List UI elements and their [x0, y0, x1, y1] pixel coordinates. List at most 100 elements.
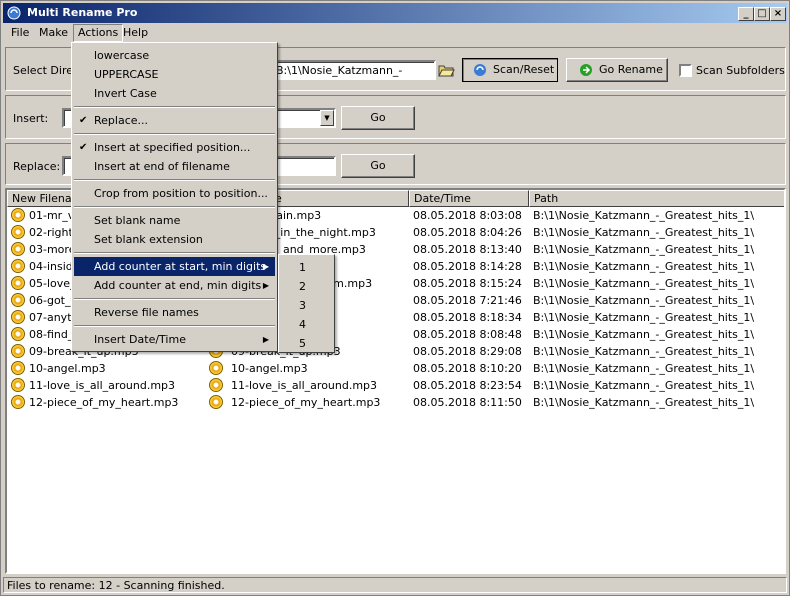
path-cell: B:\1\Nosie_Katzmann_-_Greatest_hits_1\ — [533, 209, 755, 222]
replace-go-button[interactable]: Go — [341, 154, 415, 178]
path-cell: B:\1\Nosie_Katzmann_-_Greatest_hits_1\ — [533, 396, 755, 409]
title-bar[interactable]: Multi Rename Pro _ □ × — [3, 3, 787, 23]
directory-field[interactable]: B:\1\Nosie_Katzmann_-_Greatest_hits_1 — [271, 60, 436, 80]
column-header-path[interactable]: Path — [529, 190, 784, 207]
submenu-item-5[interactable]: 5 — [281, 334, 332, 353]
checkmark-icon: ✔ — [79, 115, 88, 126]
path-cell: B:\1\Nosie_Katzmann_-_Greatest_hits_1\ — [533, 379, 755, 392]
menu-actions[interactable]: Actions — [73, 24, 124, 42]
menu-help[interactable]: Help — [119, 26, 152, 39]
refresh-icon — [474, 64, 486, 76]
menu-item-reverse[interactable]: Reverse file names — [74, 303, 275, 322]
audio-file-icon — [209, 378, 223, 392]
menu-item-insert-end[interactable]: Insert at end of filename — [74, 157, 275, 176]
audio-file-icon — [11, 225, 25, 239]
old-filename-cell: 11-love_is_all_around.mp3 — [231, 379, 378, 392]
path-cell: B:\1\Nosie_Katzmann_-_Greatest_hits_1\ — [533, 311, 755, 324]
datetime-cell: 08.05.2018 8:14:28 — [413, 260, 522, 273]
menu-item-crop[interactable]: Crop from position to position... — [74, 184, 275, 203]
menu-item-counter-end[interactable]: Add counter at end, min digits ▶ — [74, 276, 275, 295]
menu-separator — [74, 252, 275, 254]
menu-item-invert-case[interactable]: Invert Case — [74, 84, 275, 103]
insert-position-select[interactable]: ▼ — [271, 108, 336, 128]
menu-make[interactable]: Make — [35, 26, 72, 39]
replace-label: Replace: — [13, 160, 61, 173]
app-icon — [7, 6, 21, 20]
menu-separator — [74, 133, 275, 135]
path-cell: B:\1\Nosie_Katzmann_-_Greatest_hits_1\ — [533, 294, 755, 307]
datetime-cell: 08.05.2018 8:08:48 — [413, 328, 522, 341]
new-filename-cell: 11-love_is_all_around.mp3 — [29, 379, 176, 392]
datetime-cell: 08.05.2018 8:29:08 — [413, 345, 522, 358]
submenu-item-3[interactable]: 3 — [281, 296, 332, 315]
datetime-cell: 08.05.2018 8:11:50 — [413, 396, 522, 409]
datetime-cell: 08.05.2018 8:10:20 — [413, 362, 522, 375]
menu-item-blank-name[interactable]: Set blank name — [74, 211, 275, 230]
menu-bar: File Make Actions Help — [3, 24, 787, 42]
path-cell: B:\1\Nosie_Katzmann_-_Greatest_hits_1\ — [533, 362, 755, 375]
audio-file-icon — [11, 276, 25, 290]
submenu-arrow-icon: ▶ — [262, 335, 269, 344]
app-window: Multi Rename Pro _ □ × File Make Actions… — [0, 0, 790, 596]
datetime-cell: 08.05.2018 8:03:08 — [413, 209, 522, 222]
browse-folder-icon[interactable] — [437, 61, 455, 79]
audio-file-icon — [11, 242, 25, 256]
new-filename-cell: 10-angel.mp3 — [29, 362, 106, 375]
submenu-item-2[interactable]: 2 — [281, 277, 332, 296]
submenu-item-1[interactable]: 1 — [281, 258, 332, 277]
table-row[interactable]: 11-love_is_all_around.mp3 11-love_is_all_… — [7, 377, 784, 394]
path-cell: B:\1\Nosie_Katzmann_-_Greatest_hits_1\ — [533, 277, 755, 290]
audio-file-icon — [11, 327, 25, 341]
audio-file-icon — [11, 259, 25, 273]
menu-item-counter-start[interactable]: Add counter at start, min digits ▶ — [74, 257, 275, 276]
datetime-cell: 08.05.2018 8:04:26 — [413, 226, 522, 239]
close-button[interactable]: × — [770, 7, 786, 21]
datetime-cell: 08.05.2018 8:18:34 — [413, 311, 522, 324]
path-cell: B:\1\Nosie_Katzmann_-_Greatest_hits_1\ — [533, 226, 755, 239]
scan-reset-button[interactable]: Scan/Reset — [462, 58, 558, 82]
menu-item-uppercase[interactable]: UPPERCASE — [74, 65, 275, 84]
submenu-arrow-icon: ▶ — [262, 262, 269, 271]
audio-file-icon — [209, 395, 223, 409]
old-filename-cell: 12-piece_of_my_heart.mp3 — [231, 396, 381, 409]
go-rename-label: Go Rename — [599, 63, 663, 76]
submenu-item-4[interactable]: 4 — [281, 315, 332, 334]
path-cell: B:\1\Nosie_Katzmann_-_Greatest_hits_1\ — [533, 260, 755, 273]
menu-file[interactable]: File — [7, 26, 33, 39]
table-row[interactable]: 10-angel.mp3 10-angel.mp3 08.05.2018 8:10:… — [7, 360, 784, 377]
counter-digits-submenu: 1 2 3 4 5 — [278, 254, 335, 353]
audio-file-icon — [209, 361, 223, 375]
insert-label: Insert: — [13, 112, 49, 125]
go-arrow-icon — [580, 64, 592, 76]
window-title: Multi Rename Pro — [27, 6, 138, 19]
go-rename-button[interactable]: Go Rename — [566, 58, 668, 82]
menu-item-lowercase[interactable]: lowercase — [74, 46, 275, 65]
audio-file-icon — [11, 293, 25, 307]
replace-with-field[interactable] — [271, 156, 336, 176]
audio-file-icon — [11, 208, 25, 222]
menu-separator — [74, 298, 275, 300]
maximize-button[interactable]: □ — [754, 7, 770, 21]
datetime-cell: 08.05.2018 7:21:46 — [413, 294, 522, 307]
path-cell: B:\1\Nosie_Katzmann_-_Greatest_hits_1\ — [533, 328, 755, 341]
menu-item-insert-position[interactable]: ✔ Insert at specified position... — [74, 138, 275, 157]
path-cell: B:\1\Nosie_Katzmann_-_Greatest_hits_1\ — [533, 243, 755, 256]
table-row[interactable]: 12-piece_of_my_heart.mp3 12-piece_of_my_h… — [7, 394, 784, 411]
scan-reset-label: Scan/Reset — [493, 63, 555, 76]
new-filename-cell: 12-piece_of_my_heart.mp3 — [29, 396, 179, 409]
path-cell: B:\1\Nosie_Katzmann_-_Greatest_hits_1\ — [533, 345, 755, 358]
datetime-cell: 08.05.2018 8:13:40 — [413, 243, 522, 256]
minimize-button[interactable]: _ — [738, 7, 754, 21]
menu-item-blank-extension[interactable]: Set blank extension — [74, 230, 275, 249]
audio-file-icon — [11, 361, 25, 375]
audio-file-icon — [11, 344, 25, 358]
insert-go-button[interactable]: Go — [341, 106, 415, 130]
column-header-datetime[interactable]: Date/Time — [409, 190, 529, 207]
chevron-down-icon[interactable]: ▼ — [320, 110, 334, 126]
menu-item-replace[interactable]: ✔ Replace... — [74, 111, 275, 130]
scan-subfolders-checkbox[interactable] — [679, 64, 692, 77]
menu-separator — [74, 325, 275, 327]
menu-separator — [74, 179, 275, 181]
menu-item-date-time[interactable]: Insert Date/Time ▶ — [74, 330, 275, 349]
audio-file-icon — [11, 378, 25, 392]
